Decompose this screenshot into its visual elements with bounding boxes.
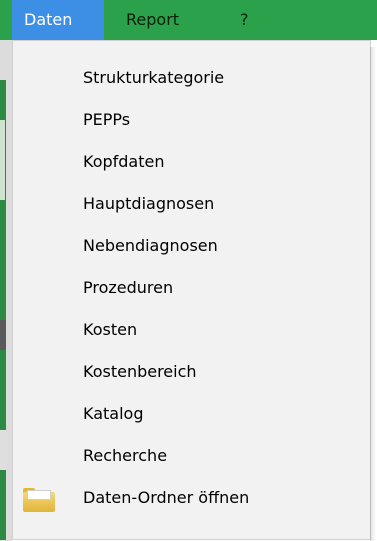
menu-item-label: Hauptdiagnosen: [83, 194, 215, 213]
menu-item-daten-ordner-oeffnen[interactable]: Daten-Ordner öffnen: [13, 477, 370, 519]
menu-item-kopfdaten[interactable]: Kopfdaten: [13, 141, 370, 183]
menu-item-prozeduren[interactable]: Prozeduren: [13, 267, 370, 309]
menu-item-label: Daten-Ordner öffnen: [83, 488, 250, 507]
menu-item-pepps[interactable]: PEPPs: [13, 99, 370, 141]
background-window-edge: [0, 40, 12, 541]
menu-item-hauptdiagnosen[interactable]: Hauptdiagnosen: [13, 183, 370, 225]
menu-item-katalog[interactable]: Katalog: [13, 393, 370, 435]
menu-item-kostenbereich[interactable]: Kostenbereich: [13, 351, 370, 393]
menu-bar: Daten Report ?: [0, 0, 377, 40]
menu-daten[interactable]: Daten: [12, 0, 104, 40]
menu-item-kosten[interactable]: Kosten: [13, 309, 370, 351]
menu-item-label: Kosten: [83, 320, 138, 339]
menu-item-label: Prozeduren: [83, 278, 174, 297]
menu-item-label: Recherche: [83, 446, 168, 465]
daten-dropdown-menu: Strukturkategorie PEPPs Kopfdaten Hauptd…: [12, 40, 376, 541]
menu-item-nebendiagnosen[interactable]: Nebendiagnosen: [13, 225, 370, 267]
menu-item-label: Nebendiagnosen: [83, 236, 218, 255]
menu-item-label: Strukturkategorie: [83, 68, 225, 87]
menu-item-label: Kostenbereich: [83, 362, 197, 381]
folder-icon: [23, 488, 55, 512]
menu-help[interactable]: ?: [228, 0, 262, 40]
menu-item-icon-slot: [21, 477, 57, 519]
menu-item-label: PEPPs: [83, 110, 131, 129]
menu-item-label: Kopfdaten: [83, 152, 165, 171]
menu-item-recherche[interactable]: Recherche: [13, 435, 370, 477]
menu-item-strukturkategorie[interactable]: Strukturkategorie: [13, 57, 370, 99]
menu-item-label: Katalog: [83, 404, 144, 423]
menu-report[interactable]: Report: [114, 0, 202, 40]
